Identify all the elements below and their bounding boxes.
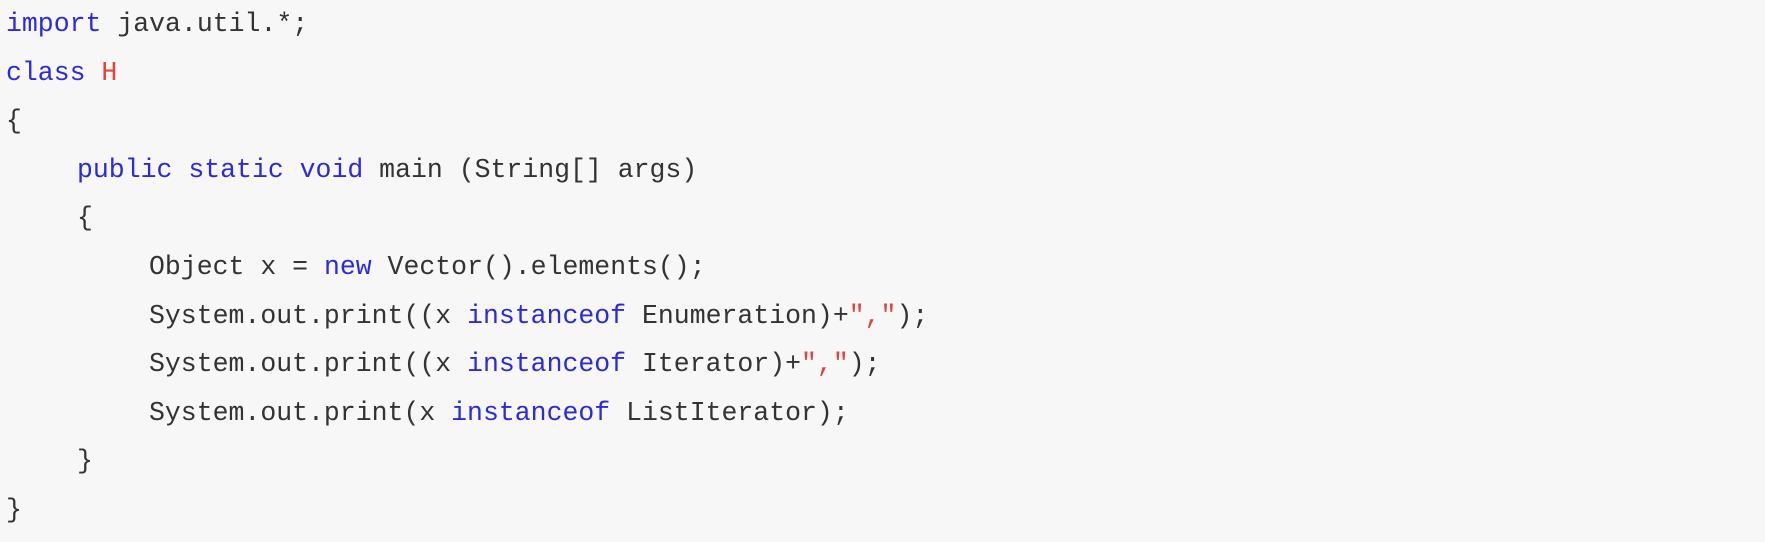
code-token-plain: Iterator)+ bbox=[626, 349, 802, 380]
code-token-string: "," bbox=[801, 349, 849, 380]
code-token-plain: Vector().elements(); bbox=[371, 251, 706, 282]
code-token-plain: System.out.print(x bbox=[149, 397, 452, 428]
code-block: import java.util.*; class H{public static… bbox=[0, 0, 1765, 542]
code-token-keyword: instanceof bbox=[467, 300, 627, 331]
code-line: System.out.print((x instanceof Iterator)… bbox=[6, 343, 1765, 392]
code-token-plain: } bbox=[77, 446, 93, 477]
code-line: public static void main (String[] args) bbox=[6, 149, 1765, 198]
code-token-plain: ); bbox=[848, 349, 881, 380]
code-token-keyword: class bbox=[6, 57, 86, 88]
code-token-plain: System.out.print((x bbox=[149, 300, 468, 331]
code-token-plain: Enumeration)+ bbox=[626, 300, 849, 331]
code-line: Object x = new Vector().elements(); bbox=[6, 246, 1765, 295]
code-line: } bbox=[6, 489, 1765, 538]
code-token-keyword: import bbox=[6, 9, 102, 39]
code-line: { bbox=[6, 100, 1765, 149]
code-token-keyword: instanceof bbox=[451, 397, 611, 428]
code-token-keyword: new bbox=[323, 251, 372, 282]
code-token-keyword: static bbox=[188, 154, 284, 185]
code-line: class H bbox=[6, 52, 1765, 101]
code-token-classname: H bbox=[101, 57, 118, 88]
code-line: } bbox=[6, 440, 1765, 489]
code-token-keyword: void bbox=[299, 154, 364, 185]
code-token-plain: java.util.*; bbox=[101, 9, 309, 39]
code-line: System.out.print((x instanceof Enumerati… bbox=[6, 295, 1765, 344]
code-token-plain: } bbox=[6, 494, 22, 525]
code-token-keyword: public bbox=[77, 154, 173, 185]
code-token-plain: ); bbox=[896, 300, 929, 331]
code-token-plain: { bbox=[77, 203, 93, 234]
code-token-keyword: instanceof bbox=[467, 349, 627, 380]
code-token-plain: { bbox=[6, 106, 22, 137]
code-token-plain: System.out.print((x bbox=[149, 349, 468, 380]
code-token-plain: Object x = bbox=[149, 251, 324, 282]
code-line: { bbox=[6, 197, 1765, 246]
code-line: System.out.print(x instanceof ListIterat… bbox=[6, 392, 1765, 441]
code-line: import java.util.*; bbox=[6, 3, 1765, 52]
code-token-plain: ListIterator); bbox=[610, 397, 849, 428]
code-token-plain: main (String[] args) bbox=[363, 154, 698, 185]
code-token-string: "," bbox=[848, 300, 897, 331]
